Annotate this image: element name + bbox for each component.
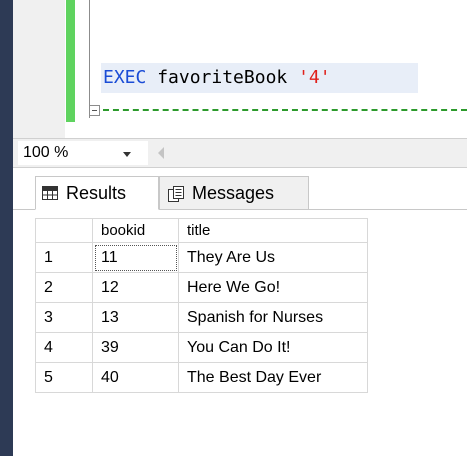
change-tracking-bar xyxy=(66,0,75,122)
row-number[interactable]: 1 xyxy=(35,242,93,273)
procedure-name: favoriteBook xyxy=(157,67,288,88)
chevron-down-icon[interactable] xyxy=(123,152,131,157)
query-editor[interactable]: EXEC favoriteBook '4' xyxy=(13,0,467,138)
tab-results[interactable]: Results xyxy=(35,176,159,210)
cell-bookid[interactable]: 39 xyxy=(92,332,179,363)
grid-icon xyxy=(42,186,58,200)
table-row: 2 12 Here We Go! xyxy=(35,272,368,303)
cell-bookid[interactable]: 40 xyxy=(92,362,179,393)
results-grid: bookid title 1 11 They Are Us 2 12 Here … xyxy=(13,210,467,456)
outline-line xyxy=(89,0,90,118)
code-line[interactable]: EXEC favoriteBook '4' xyxy=(103,66,331,90)
messages-icon xyxy=(168,186,184,202)
statement-separator xyxy=(103,109,467,111)
row-number[interactable]: 4 xyxy=(35,332,93,363)
tab-messages[interactable]: Messages xyxy=(159,176,309,210)
results-tabs: Results Messages xyxy=(13,168,467,210)
table-row: 3 13 Spanish for Nurses xyxy=(35,302,368,333)
header-row: bookid title xyxy=(35,218,368,243)
exec-keyword: EXEC xyxy=(103,67,147,88)
zoom-value: 100 % xyxy=(23,144,69,161)
row-number[interactable]: 3 xyxy=(35,302,93,333)
window-left-edge xyxy=(0,0,13,456)
results-table: bookid title 1 11 They Are Us 2 12 Here … xyxy=(35,218,368,393)
cell-title[interactable]: Here We Go! xyxy=(178,272,368,303)
table-row: 4 39 You Can Do It! xyxy=(35,332,368,363)
cell-title[interactable]: You Can Do It! xyxy=(178,332,368,363)
table-row: 5 40 The Best Day Ever xyxy=(35,362,368,393)
cell-title[interactable]: They Are Us xyxy=(178,242,368,273)
row-number[interactable]: 2 xyxy=(35,272,93,303)
column-header-bookid[interactable]: bookid xyxy=(92,218,179,243)
zoom-dropdown[interactable]: 100 % xyxy=(18,141,148,165)
tab-messages-label: Messages xyxy=(192,182,275,203)
tab-results-label: Results xyxy=(66,182,127,203)
row-number-header[interactable] xyxy=(35,218,93,243)
column-header-title[interactable]: title xyxy=(178,218,368,243)
table-row: 1 11 They Are Us xyxy=(35,242,368,273)
editor-gutter xyxy=(13,0,65,138)
cell-bookid[interactable]: 12 xyxy=(92,272,179,303)
string-argument: '4' xyxy=(298,67,331,88)
scroll-left-icon[interactable] xyxy=(158,147,164,159)
zoom-bar: 100 % xyxy=(13,138,467,168)
cell-bookid[interactable]: 13 xyxy=(92,302,179,333)
cell-bookid[interactable]: 11 xyxy=(92,242,179,273)
row-number[interactable]: 5 xyxy=(35,362,93,393)
cell-title[interactable]: The Best Day Ever xyxy=(178,362,368,393)
cell-title[interactable]: Spanish for Nurses xyxy=(178,302,368,333)
collapse-icon[interactable] xyxy=(89,105,100,116)
